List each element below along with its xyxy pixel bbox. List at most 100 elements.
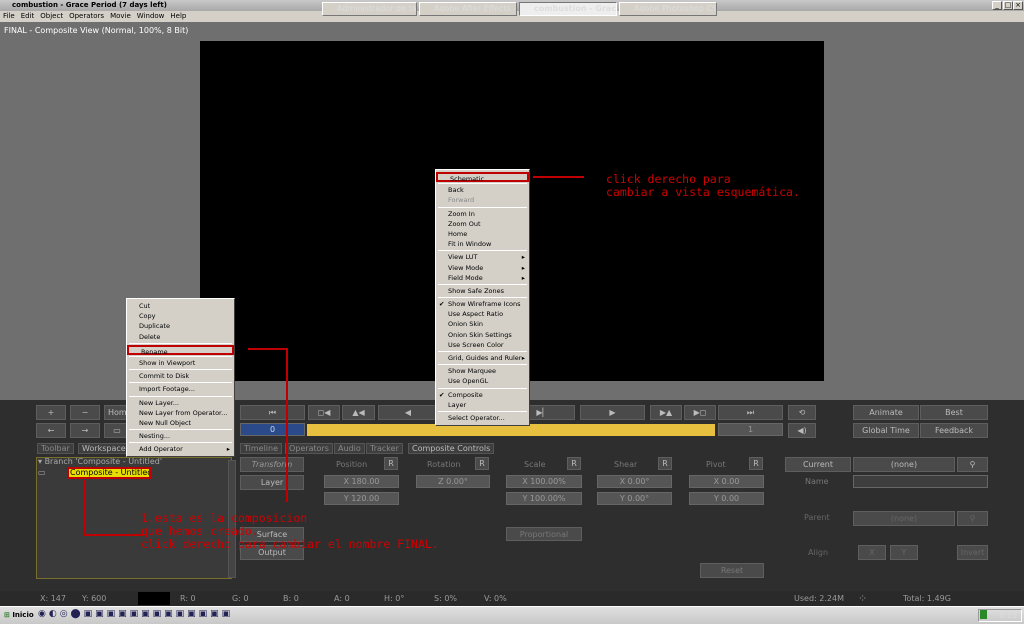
parent-pick-icon[interactable]: ⚲: [957, 511, 988, 526]
tab-tracker[interactable]: Tracker: [366, 443, 403, 454]
menu-file[interactable]: File: [0, 11, 18, 22]
play-button[interactable]: ▶: [580, 405, 645, 420]
pick-whip-icon[interactable]: ⚲: [957, 457, 988, 472]
menu-item-composite[interactable]: Composite: [436, 390, 529, 400]
menu-operators[interactable]: Operators: [66, 11, 107, 22]
tab-operators[interactable]: Operators: [285, 443, 333, 454]
menu-item-grid-guides-and-ruler[interactable]: Grid, Guides and Ruler: [436, 353, 529, 363]
back-arrow-button[interactable]: ←: [36, 423, 66, 438]
pivot-x-field[interactable]: X 0.00: [689, 475, 764, 488]
minimize-button[interactable]: _: [992, 1, 1002, 10]
next-key-button[interactable]: ▶◻: [684, 405, 716, 420]
start-button[interactable]: ⊞ Inicio: [1, 608, 37, 622]
menu-item-field-mode[interactable]: Field Mode: [436, 273, 529, 283]
menu-item-commit-to-disk[interactable]: Commit to Disk: [127, 371, 234, 381]
task-photoshop[interactable]: Adobe Photoshop CS3: [619, 2, 717, 16]
rotation-z-field[interactable]: Z 0.00°: [416, 475, 490, 488]
menu-item-onion-skin-settings[interactable]: Onion Skin Settings: [436, 330, 529, 340]
menu-edit[interactable]: Edit: [18, 11, 38, 22]
tab-toolbar[interactable]: Toolbar: [37, 443, 74, 454]
shear-y-field[interactable]: Y 0.00°: [597, 492, 672, 505]
next-marker-button[interactable]: ▶▲: [650, 405, 682, 420]
menu-item-view-lut[interactable]: View LUT: [436, 252, 529, 262]
menu-item-onion-skin[interactable]: Onion Skin: [436, 319, 529, 329]
layer-button[interactable]: Layer: [240, 475, 304, 490]
reset-button[interactable]: Reset: [700, 563, 764, 578]
tab-timeline[interactable]: Timeline: [240, 443, 283, 454]
menu-item-use-aspect-ratio[interactable]: Use Aspect Ratio: [436, 309, 529, 319]
tab-workspace[interactable]: Workspace: [78, 443, 130, 454]
menu-item-fit-in-window[interactable]: Fit in Window: [436, 239, 529, 249]
menu-movie[interactable]: Movie: [107, 11, 134, 22]
shear-reset-button[interactable]: R: [658, 457, 672, 470]
scale-reset-button[interactable]: R: [567, 457, 581, 470]
menu-item-zoom-in[interactable]: Zoom In: [436, 209, 529, 219]
feedback-toggle[interactable]: Feedback: [920, 423, 988, 438]
menu-item-new-null-object[interactable]: New Null Object: [127, 418, 234, 428]
position-x-field[interactable]: X 180.00: [324, 475, 399, 488]
global-time-select[interactable]: Global Time: [853, 423, 919, 438]
menu-item-select-operator[interactable]: Select Operator...: [436, 413, 529, 423]
shear-x-field[interactable]: X 0.00°: [597, 475, 672, 488]
close-button[interactable]: ×: [1013, 1, 1023, 10]
play-reverse-button[interactable]: ◀: [378, 405, 438, 420]
remove-button[interactable]: −: [70, 405, 100, 420]
tree-item-composite[interactable]: Composite - Untitled: [67, 467, 151, 479]
proportional-toggle[interactable]: Proportional: [506, 527, 582, 541]
menu-item-schematic[interactable]: Schematic: [436, 172, 529, 183]
menu-item-show-in-viewport[interactable]: Show in Viewport: [127, 358, 234, 368]
menu-item-add-operator[interactable]: Add Operator: [127, 444, 234, 454]
quality-select[interactable]: Best: [920, 405, 988, 420]
menu-item-show-safe-zones[interactable]: Show Safe Zones: [436, 286, 529, 296]
menu-item-view-mode[interactable]: View Mode: [436, 263, 529, 273]
quick-launch-icons[interactable]: ◉◐◎⬤▣▣▣▣▣▣▣▣▣▣▣▣▣: [38, 609, 233, 619]
task-task-manager[interactable]: Administrador de tareas ...: [322, 2, 417, 16]
audio-icon[interactable]: ◀): [788, 423, 816, 438]
invert-button[interactable]: Invert: [957, 545, 988, 560]
menu-item-cut[interactable]: Cut: [127, 301, 234, 311]
pivot-y-field[interactable]: Y 0.00: [689, 492, 764, 505]
end-frame-field[interactable]: 1: [718, 423, 783, 436]
menu-item-import-footage[interactable]: Import Footage...: [127, 384, 234, 394]
menu-item-copy[interactable]: Copy: [127, 311, 234, 321]
rotation-reset-button[interactable]: R: [475, 457, 489, 470]
menu-item-back[interactable]: Back: [436, 185, 529, 195]
align-x-button[interactable]: X: [858, 545, 886, 560]
tree-branch-row[interactable]: ▾ Branch 'Composite - Untitled': [38, 457, 162, 466]
start-frame-field[interactable]: 0: [240, 423, 305, 436]
forward-arrow-button[interactable]: →: [70, 423, 100, 438]
menu-item-show-wireframe-icons[interactable]: Show Wireframe Icons: [436, 299, 529, 309]
menu-item-home[interactable]: Home: [436, 229, 529, 239]
menu-item-show-marquee[interactable]: Show Marquee: [436, 366, 529, 376]
menu-item-new-layer-from-operator[interactable]: New Layer from Operator...: [127, 408, 234, 418]
current-object-select[interactable]: (none): [853, 457, 955, 472]
tab-audio[interactable]: Audio: [334, 443, 365, 454]
animate-button[interactable]: Animate: [853, 405, 919, 420]
parent-select[interactable]: (none): [853, 511, 955, 526]
task-combustion[interactable]: combustion - Grace P...: [519, 2, 617, 16]
menu-item-nesting[interactable]: Nesting...: [127, 431, 234, 441]
current-button[interactable]: Current: [785, 457, 851, 472]
menu-window[interactable]: Window: [134, 11, 168, 22]
tab-composite-controls[interactable]: Composite Controls: [408, 443, 495, 454]
menu-item-use-opengl[interactable]: Use OpenGL: [436, 376, 529, 386]
position-reset-button[interactable]: R: [384, 457, 398, 470]
maximize-button[interactable]: □: [1003, 1, 1013, 10]
menu-item-layer[interactable]: Layer: [436, 400, 529, 410]
scale-x-field[interactable]: X 100.00%: [506, 475, 582, 488]
menu-item-delete[interactable]: Delete: [127, 332, 234, 342]
menu-item-rename[interactable]: Rename: [127, 344, 234, 356]
task-after-effects[interactable]: Adobe After Effects - tut...: [419, 2, 517, 16]
add-button[interactable]: +: [36, 405, 66, 420]
menu-help[interactable]: Help: [167, 11, 189, 22]
go-to-start-button[interactable]: ⏮: [240, 405, 305, 420]
menu-item-new-layer[interactable]: New Layer...: [127, 398, 234, 408]
align-y-button[interactable]: Y: [890, 545, 918, 560]
menu-item-zoom-out[interactable]: Zoom Out: [436, 219, 529, 229]
position-y-field[interactable]: Y 120.00: [324, 492, 399, 505]
menu-item-use-screen-color[interactable]: Use Screen Color: [436, 340, 529, 350]
menu-object[interactable]: Object: [37, 11, 66, 22]
name-field[interactable]: [853, 475, 988, 488]
prev-key-button[interactable]: ◻◀: [308, 405, 340, 420]
go-to-end-button[interactable]: ⏭: [718, 405, 783, 420]
